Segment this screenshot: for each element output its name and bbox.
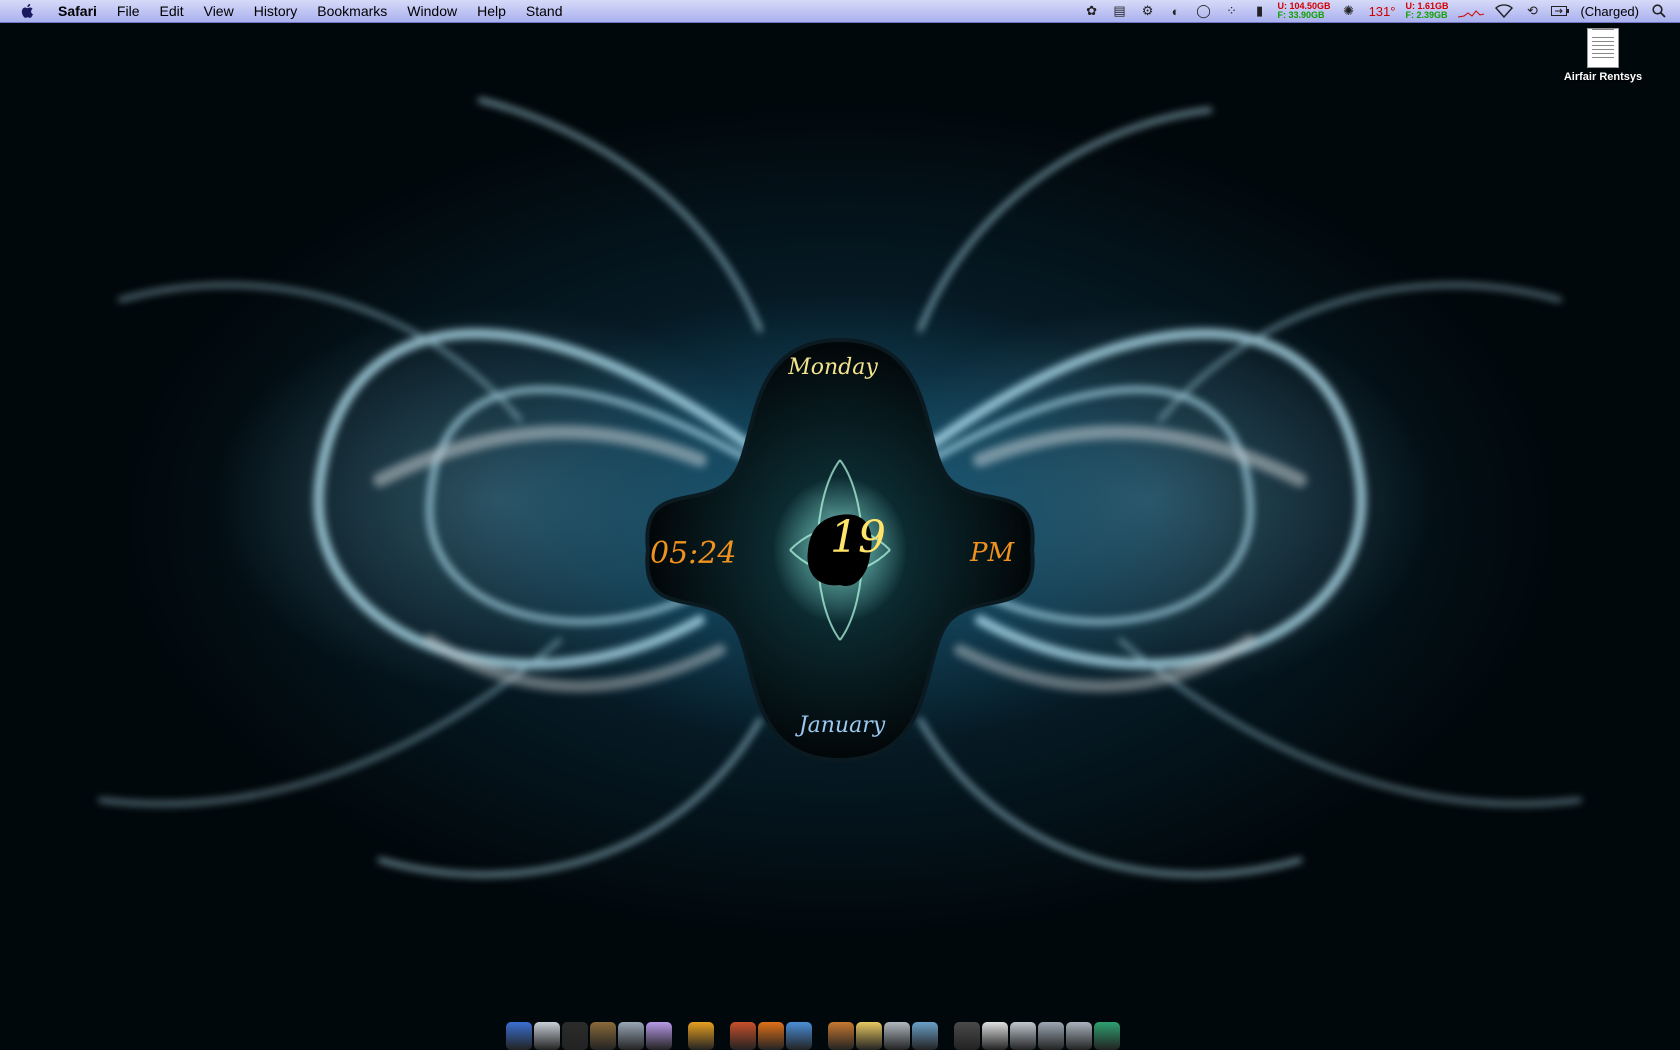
status-menus: ✿ ▤ ⚙ ◐ ◯ ⁘ ▮ U: 104.50GB F: 33.90GB ✺ 1… xyxy=(1078,0,1680,22)
document-icon xyxy=(1587,28,1619,68)
dock-app-icon[interactable] xyxy=(884,1022,910,1050)
temperature-readout[interactable]: 131° xyxy=(1369,4,1396,19)
dock-app-icon[interactable] xyxy=(506,1022,532,1050)
dock-app-icon[interactable] xyxy=(758,1022,784,1050)
memory-free: F: 2.39GB xyxy=(1405,10,1448,20)
clock-date: 19 xyxy=(830,512,886,563)
menu-bookmarks[interactable]: Bookmarks xyxy=(307,0,397,22)
dock-app-icon[interactable] xyxy=(1066,1022,1092,1050)
fan-icon[interactable]: ✺ xyxy=(1340,3,1358,19)
network-icon[interactable]: ⁘ xyxy=(1223,3,1241,19)
dock-app-icon[interactable] xyxy=(646,1022,672,1050)
drive-icon[interactable]: ▤ xyxy=(1111,3,1129,19)
dock-app-icon[interactable] xyxy=(590,1022,616,1050)
clock-day: Monday xyxy=(788,355,878,380)
palette-icon[interactable]: ◐ xyxy=(1167,3,1185,19)
app-menu-safari[interactable]: Safari xyxy=(48,0,107,22)
disk-free: F: 33.90GB xyxy=(1277,10,1325,20)
menu-help[interactable]: Help xyxy=(467,0,516,22)
dock-app-icon[interactable] xyxy=(1094,1022,1120,1050)
dock-app-icon[interactable] xyxy=(562,1022,588,1050)
gear-icon[interactable]: ⚙ xyxy=(1139,3,1157,19)
menu-view[interactable]: View xyxy=(194,0,244,22)
cpu-graph-icon[interactable] xyxy=(1457,3,1485,19)
menu-bar: Safari File Edit View History Bookmarks … xyxy=(0,0,1680,23)
desktop-file-label: Airfair Rentsys xyxy=(1563,71,1643,83)
dock-app-icon[interactable] xyxy=(1010,1022,1036,1050)
menu-stand[interactable]: Stand xyxy=(516,0,573,22)
menu-file[interactable]: File xyxy=(107,0,150,22)
dock-app-icon[interactable] xyxy=(688,1022,714,1050)
menu-history[interactable]: History xyxy=(244,0,308,22)
battery-status[interactable]: (Charged) xyxy=(1580,4,1639,19)
apple-menu-icon[interactable] xyxy=(18,2,36,20)
dock-app-icon[interactable] xyxy=(534,1022,560,1050)
dock-app-icon[interactable] xyxy=(954,1022,980,1050)
dock-app-icon[interactable] xyxy=(856,1022,882,1050)
disk-usage-readout[interactable]: U: 104.50GB F: 33.90GB xyxy=(1278,2,1331,20)
dock-app-icon[interactable] xyxy=(912,1022,938,1050)
dock-app-icon[interactable] xyxy=(786,1022,812,1050)
dock-app-icon[interactable] xyxy=(828,1022,854,1050)
dock-app-icon[interactable] xyxy=(618,1022,644,1050)
wifi-icon[interactable] xyxy=(1495,3,1514,19)
time-machine-icon[interactable]: ⟲ xyxy=(1523,3,1541,19)
menu-edit[interactable]: Edit xyxy=(149,0,193,22)
istat-icon[interactable]: ▮ xyxy=(1251,3,1269,19)
spotlight-search-icon[interactable] xyxy=(1650,3,1668,19)
dock-app-icon[interactable] xyxy=(1038,1022,1064,1050)
memory-usage-readout[interactable]: U: 1.61GB F: 2.39GB xyxy=(1405,2,1448,20)
speech-bubble-icon[interactable]: ◯ xyxy=(1195,3,1213,19)
dock xyxy=(505,1010,1121,1050)
clock-month: January xyxy=(798,713,886,738)
paw-icon[interactable]: ✿ xyxy=(1083,3,1101,19)
clock-ampm: PM xyxy=(970,538,1015,568)
battery-icon[interactable] xyxy=(1551,3,1570,19)
clock-widget[interactable]: Monday 05:24 19 PM January xyxy=(640,330,1040,770)
desktop-file-airfair-rentsys[interactable]: Airfair Rentsys xyxy=(1548,28,1658,83)
dock-app-icon[interactable] xyxy=(982,1022,1008,1050)
menu-window[interactable]: Window xyxy=(397,0,467,22)
clock-time: 05:24 xyxy=(650,536,737,571)
dock-app-icon[interactable] xyxy=(730,1022,756,1050)
